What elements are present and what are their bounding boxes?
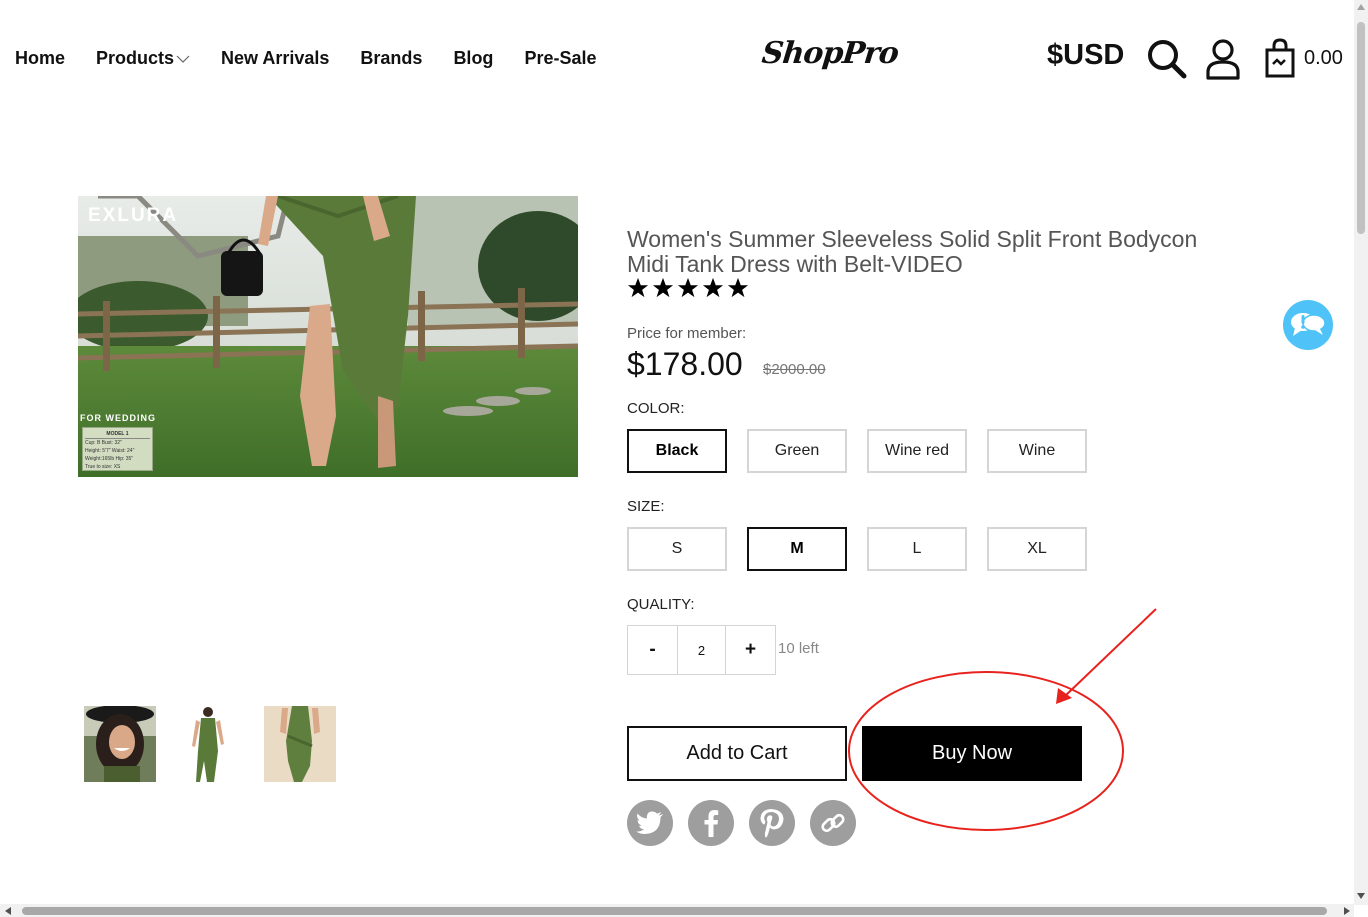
annotation-arrow-line <box>1064 608 1157 697</box>
quantity-increase-button[interactable]: + <box>726 626 775 674</box>
copy-link-button[interactable] <box>810 800 856 846</box>
size-option-s[interactable]: S <box>627 527 727 571</box>
size-card-row: Weight:165lb Hip: 35" <box>85 456 134 462</box>
star-icon <box>652 277 674 298</box>
vertical-scrollbar[interactable] <box>1354 0 1368 905</box>
stock-status: 10 left <box>778 640 819 657</box>
color-option-wine-red[interactable]: Wine red <box>867 429 967 473</box>
facebook-share-button[interactable] <box>688 800 734 846</box>
size-option-xl[interactable]: XL <box>987 527 1087 571</box>
product-main-image[interactable]: EXLURA FOR WEDDING MODEL 1 Cup: B Bust: … <box>78 196 578 477</box>
image-caption: FOR WEDDING <box>80 413 156 423</box>
thumbnail-strip <box>84 706 354 782</box>
add-to-cart-button[interactable]: Add to Cart <box>627 726 847 781</box>
star-icon <box>627 277 649 298</box>
pinterest-share-button[interactable] <box>749 800 795 846</box>
size-option-l[interactable]: L <box>867 527 967 571</box>
cart-bag-icon[interactable] <box>1264 38 1296 78</box>
cart-total[interactable]: 0.00 <box>1304 47 1343 70</box>
chat-widget-button[interactable] <box>1283 300 1333 350</box>
color-option-black[interactable]: Black <box>627 429 727 473</box>
horizontal-scroll-thumb[interactable] <box>22 907 1327 915</box>
color-options: Black Green Wine red Wine <box>627 429 1107 473</box>
color-option-green[interactable]: Green <box>747 429 847 473</box>
annotation-arrow-head <box>1056 688 1072 704</box>
star-icon <box>677 277 699 298</box>
quantity-label: QUALITY: <box>627 596 695 613</box>
rating-stars <box>627 277 752 299</box>
main-nav: Home Products New Arrivals Brands Blog P… <box>15 48 627 69</box>
original-price: $2000.00 <box>763 361 826 378</box>
nav-brands[interactable]: Brands <box>360 48 422 69</box>
size-card-row: Cup: B Bust: 32" <box>85 440 122 446</box>
currency-selector[interactable]: $USD <box>1047 39 1124 72</box>
pinterest-icon <box>760 809 784 838</box>
quantity-decrease-button[interactable]: - <box>628 626 677 674</box>
facebook-icon <box>704 810 719 837</box>
site-logo[interactable]: ShopPro <box>760 36 900 71</box>
scroll-right-arrow[interactable] <box>1344 907 1350 915</box>
link-icon <box>821 813 845 833</box>
chat-bubble-icon <box>1291 313 1326 336</box>
nav-blog-label: Blog <box>453 48 494 68</box>
thumbnail-1[interactable] <box>84 706 156 782</box>
size-card-title: MODEL 1 <box>85 430 150 439</box>
nav-products-label: Products <box>96 48 175 68</box>
product-title: Women's Summer Sleeveless Solid Split Fr… <box>627 226 1198 277</box>
color-option-wine[interactable]: Wine <box>987 429 1087 473</box>
size-card-row: True to size: XS <box>85 464 121 470</box>
thumbnail-2[interactable] <box>174 706 246 782</box>
twitter-icon <box>636 811 663 834</box>
nav-pre-sale[interactable]: Pre-Sale <box>524 48 596 69</box>
chevron-down-icon <box>176 55 190 63</box>
horizontal-scrollbar[interactable] <box>0 904 1354 917</box>
star-icon <box>702 277 724 298</box>
size-label: SIZE: <box>627 498 665 515</box>
nav-new-arrivals-label: New Arrivals <box>221 48 330 68</box>
scroll-down-arrow[interactable] <box>1357 893 1365 899</box>
search-icon[interactable] <box>1146 38 1188 80</box>
price-label: Price for member: <box>627 325 747 342</box>
nav-home[interactable]: Home <box>15 48 65 69</box>
size-card-row: Height: 5'7" Waist: 24" <box>85 448 135 454</box>
scroll-left-arrow[interactable] <box>5 907 11 915</box>
nav-blog[interactable]: Blog <box>453 48 493 69</box>
share-buttons <box>627 800 871 846</box>
nav-pre-sale-label: Pre-Sale <box>524 48 597 68</box>
nav-products[interactable]: Products <box>96 48 190 69</box>
user-icon[interactable] <box>1205 38 1241 80</box>
scroll-up-arrow[interactable] <box>1357 4 1365 10</box>
thumbnail-3[interactable] <box>264 706 336 782</box>
model-size-card: MODEL 1 Cup: B Bust: 32" Height: 5'7" Wa… <box>82 427 153 471</box>
nav-brands-label: Brands <box>360 48 423 68</box>
image-brand-text: EXLURA <box>88 205 179 226</box>
vertical-scroll-thumb[interactable] <box>1357 22 1365 234</box>
product-photo <box>78 196 578 477</box>
quantity-input[interactable]: 2 <box>677 626 726 674</box>
color-label: COLOR: <box>627 400 685 417</box>
price: $178.00 <box>627 346 743 382</box>
size-option-m[interactable]: M <box>747 527 847 571</box>
quantity-stepper: - 2 + <box>627 625 776 675</box>
nav-new-arrivals[interactable]: New Arrivals <box>221 48 329 69</box>
nav-home-label: Home <box>15 48 66 68</box>
star-icon <box>727 277 749 298</box>
buy-now-button[interactable]: Buy Now <box>862 726 1082 781</box>
size-options: S M L XL <box>627 527 1107 571</box>
twitter-share-button[interactable] <box>627 800 673 846</box>
